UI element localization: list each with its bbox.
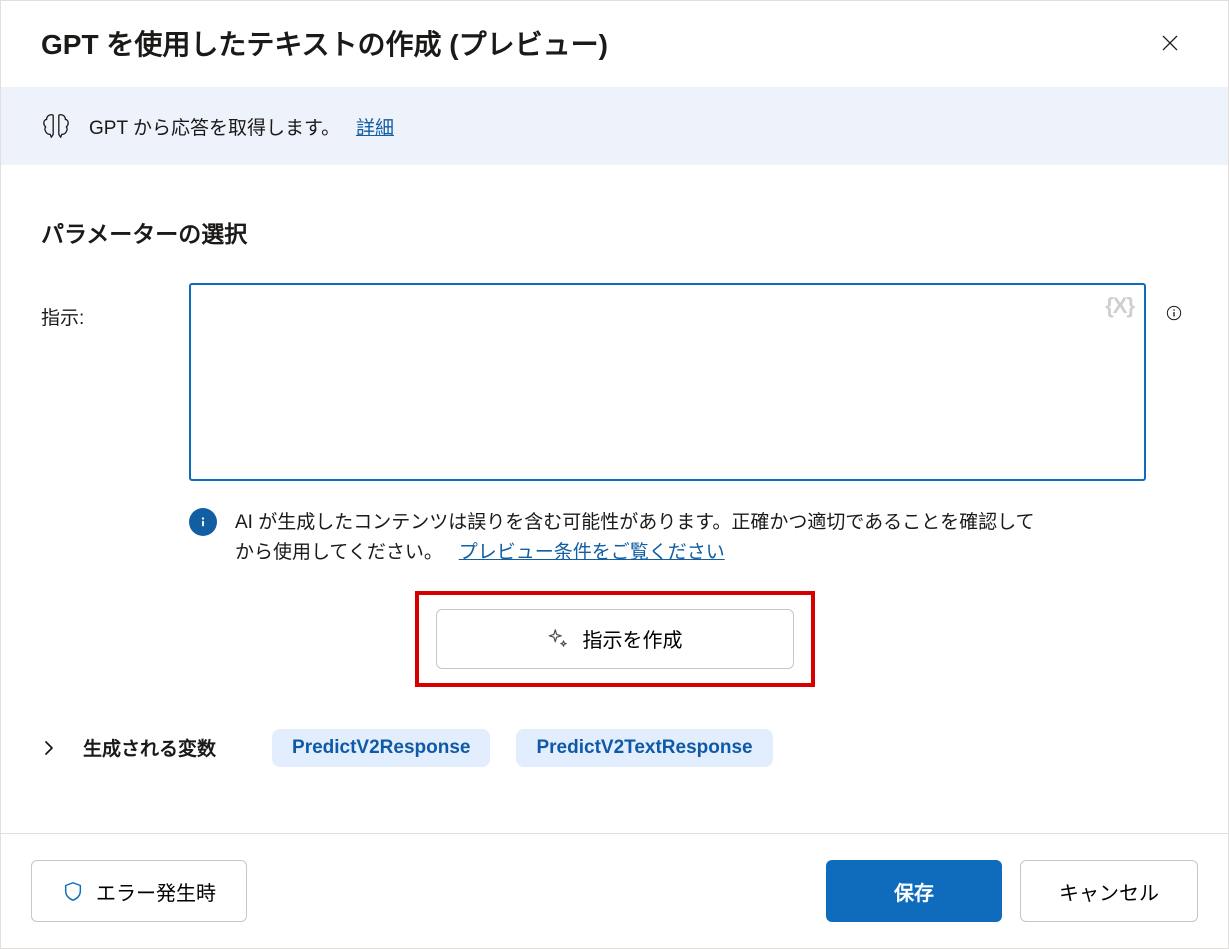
banner-text: GPT から応答を取得します。 詳細: [89, 113, 394, 140]
chevron-right-icon: [41, 740, 57, 756]
save-label: 保存: [894, 877, 934, 906]
panel-header: GPT を使用したテキストの作成 (プレビュー): [1, 1, 1228, 87]
instructions-input[interactable]: [189, 283, 1146, 481]
ai-warning-text: AI が生成したコンテンツは誤りを含む可能性があります。正確かつ適切であることを…: [235, 508, 1035, 569]
gpt-text-action-panel: GPT を使用したテキストの作成 (プレビュー) GPT から応答を取得します。…: [0, 0, 1229, 949]
info-banner: GPT から応答を取得します。 詳細: [1, 87, 1228, 165]
ai-warning: AI が生成したコンテンツは誤りを含む可能性があります。正確かつ適切であることを…: [189, 508, 1188, 569]
shield-icon: [62, 880, 84, 902]
banner-message: GPT から応答を取得します。: [89, 118, 340, 139]
close-button[interactable]: [1152, 25, 1188, 61]
instructions-label: 指示:: [41, 283, 179, 330]
insert-variable-button[interactable]: {X}: [1105, 293, 1134, 319]
info-small-icon: [196, 515, 210, 529]
footer-left: エラー発生時: [31, 860, 247, 922]
instructions-help-button[interactable]: [1160, 299, 1188, 327]
panel-title: GPT を使用したテキストの作成 (プレビュー): [41, 23, 608, 63]
instructions-field-row: 指示: {X}: [41, 283, 1188, 486]
cancel-label: キャンセル: [1059, 877, 1159, 906]
info-circle-icon: [1166, 301, 1182, 325]
ai-warning-icon-wrap: [189, 508, 217, 536]
on-error-label: エラー発生時: [96, 877, 216, 906]
generated-variables-label: 生成される変数: [83, 734, 216, 761]
create-prompt-button[interactable]: 指示を作成: [436, 609, 794, 669]
cancel-button[interactable]: キャンセル: [1020, 860, 1198, 922]
close-icon: [1160, 33, 1180, 53]
instructions-input-wrap: {X}: [189, 283, 1146, 486]
generated-variables-row: 生成される変数 PredictV2Response PredictV2TextR…: [41, 729, 1188, 767]
save-button[interactable]: 保存: [826, 860, 1002, 922]
gpt-brain-icon: [41, 111, 71, 141]
create-prompt-highlight: 指示を作成: [415, 591, 815, 687]
panel-footer: エラー発生時 保存 キャンセル: [1, 833, 1228, 948]
generated-variables-toggle[interactable]: [41, 740, 57, 756]
preview-terms-link[interactable]: プレビュー条件をご覧ください: [459, 542, 725, 563]
variable-pill[interactable]: PredictV2TextResponse: [516, 729, 772, 767]
sparkle-icon: [547, 628, 569, 650]
create-prompt-label: 指示を作成: [583, 624, 683, 653]
footer-right: 保存 キャンセル: [826, 860, 1198, 922]
banner-details-link[interactable]: 詳細: [356, 118, 394, 139]
on-error-button[interactable]: エラー発生時: [31, 860, 247, 922]
variable-pill[interactable]: PredictV2Response: [272, 729, 490, 767]
section-title: パラメーターの選択: [41, 215, 1188, 249]
panel-body: パラメーターの選択 指示: {X}: [1, 165, 1228, 833]
